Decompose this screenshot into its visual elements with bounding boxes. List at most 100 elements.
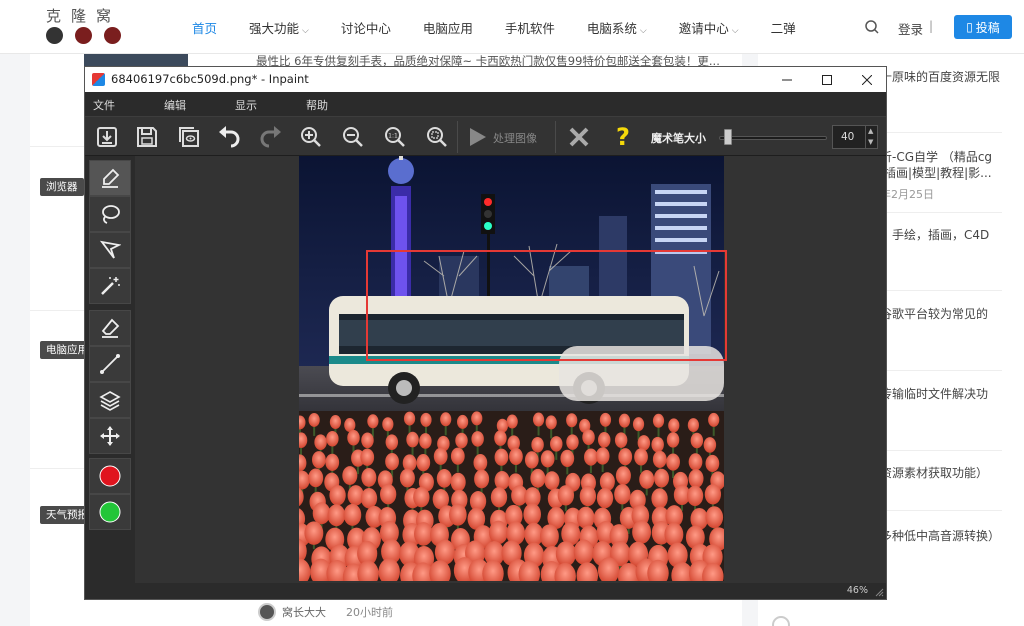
color-swatch-icon (99, 501, 121, 523)
zoom-in-icon (301, 127, 321, 147)
save-button[interactable] (131, 121, 163, 153)
erase-selection-button[interactable] (563, 121, 595, 153)
inpaint-window: 68406197c6bc509d.png* - Inpaint 文件 编辑 显示… (84, 66, 887, 600)
author-name[interactable]: 窝长大大 (282, 604, 326, 620)
site-logo[interactable]: 克隆窝 (42, 5, 122, 49)
open-button[interactable] (91, 121, 123, 153)
nav-mobile-apps[interactable]: 手机软件 (505, 18, 555, 37)
undo-button[interactable] (213, 121, 245, 153)
search-icon[interactable] (864, 19, 880, 35)
actual-size-icon: 1:1 (385, 127, 405, 147)
mascot-icon (104, 27, 121, 44)
process-label[interactable]: 处理图像 (493, 130, 537, 146)
brush-size-slider-handle[interactable] (723, 129, 732, 145)
primary-color-swatch[interactable] (89, 458, 131, 494)
zoom-level: 46% (846, 585, 868, 596)
divider (30, 468, 90, 469)
close-icon (862, 74, 872, 85)
canvas-image[interactable] (299, 156, 724, 581)
lasso-tool[interactable] (89, 196, 131, 232)
close-button[interactable] (847, 67, 887, 92)
polygon-lasso-icon (99, 240, 121, 259)
minimize-button[interactable] (767, 67, 807, 92)
magic-wand-icon (101, 277, 120, 295)
divider: | (929, 19, 934, 33)
help-icon: ? (616, 123, 630, 151)
eraser-icon (101, 318, 120, 338)
eraser-tool[interactable] (89, 310, 131, 346)
brush-size-label: 魔术笔大小 (651, 132, 706, 145)
window-title: 68406197c6bc509d.png* - Inpaint (111, 72, 309, 86)
sidebar-post-title[interactable]: ，手绘，插画，C4D (880, 226, 989, 243)
lasso-icon (102, 205, 120, 224)
svg-text:1:1: 1:1 (388, 133, 398, 140)
sidebar-post-title[interactable]: |插画|模型|教程|影... (880, 164, 992, 181)
mascot-icon (75, 27, 92, 44)
close-x-icon (569, 127, 589, 147)
app-icon (92, 73, 105, 86)
main-nav: 首页 强大功能 ⌵ 讨论中心 电脑应用 手机软件 电脑系统 ⌵ 邀请中心 ⌵ 二弹 (192, 0, 828, 54)
sidebar-post-title[interactable]: 多种低中高音源转换） (880, 527, 1000, 544)
save-icon (137, 127, 157, 147)
actual-size-button[interactable]: 1:1 (379, 121, 411, 153)
title-bar[interactable]: 68406197c6bc509d.png* - Inpaint (85, 67, 886, 92)
sidebar-post-title[interactable]: 传输临时文件解决功 (880, 385, 988, 402)
nav-home[interactable]: 首页 (192, 18, 217, 37)
help-button[interactable]: ? (607, 121, 639, 153)
brush-size-spinner[interactable]: 40 ▲ ▼ (832, 125, 878, 149)
toolbar: 1:1 处理图像 ? 魔术笔大小 40 ▲ ▼ (85, 116, 886, 156)
zoom-out-icon (343, 127, 363, 147)
menu-view[interactable]: 显示 (235, 97, 257, 113)
polygon-lasso-tool[interactable] (89, 232, 131, 268)
redo-button[interactable] (255, 121, 287, 153)
sidebar-post-title[interactable]: 十原味的百度资源无限 (880, 68, 1000, 85)
divider (30, 310, 90, 311)
article-thumbnail[interactable] (84, 54, 188, 66)
avatar[interactable] (258, 603, 276, 621)
layers-tool[interactable] (89, 382, 131, 418)
nav-discussion[interactable]: 讨论中心 (341, 18, 391, 37)
magic-wand-tool[interactable] (89, 268, 131, 304)
login-link[interactable]: 登录 (898, 19, 923, 38)
menu-bar: 文件 编辑 显示 帮助 (85, 92, 886, 116)
zoom-in-button[interactable] (295, 121, 327, 153)
marker-tool[interactable] (89, 160, 131, 196)
nav-pc-systems[interactable]: 电脑系统 ⌵ (587, 18, 647, 37)
post-time: 20小时前 (346, 606, 393, 619)
brush-size-value[interactable]: 40 (841, 131, 854, 143)
logo-text: 克隆窝 (46, 7, 122, 25)
chevron-down-icon[interactable]: ▼ (868, 138, 873, 146)
selection-rectangle[interactable] (366, 250, 727, 361)
process-button[interactable] (461, 121, 493, 153)
chevron-up-icon[interactable]: ▲ (868, 127, 873, 135)
resize-grip-icon[interactable] (874, 587, 884, 597)
secondary-color-swatch[interactable] (89, 494, 131, 530)
nav-invite[interactable]: 邀请中心 ⌵ (679, 18, 739, 37)
spinner-arrows[interactable]: ▲ ▼ (865, 126, 877, 148)
save-as-icon (179, 127, 199, 147)
line-tool[interactable] (89, 346, 131, 382)
marker-icon (102, 168, 120, 188)
menu-help[interactable]: 帮助 (306, 97, 328, 113)
divider (555, 121, 556, 153)
sidebar-post-title[interactable]: 析-CG自学 （精品cg (880, 148, 992, 165)
nav-pc-apps[interactable]: 电脑应用 (423, 18, 473, 37)
maximize-button[interactable] (807, 67, 847, 92)
menu-edit[interactable]: 编辑 (164, 97, 186, 113)
fit-button[interactable] (421, 121, 453, 153)
nav-features[interactable]: 强大功能 ⌵ (249, 18, 309, 37)
sidebar-post-title[interactable]: 谷歌平台较为常见的 (880, 305, 988, 322)
menu-file[interactable]: 文件 (93, 97, 115, 113)
maximize-icon (822, 74, 832, 85)
sidebar-post-title[interactable]: 资源素材获取功能） (880, 464, 988, 481)
save-as-button[interactable] (173, 121, 205, 153)
brush-size-slider[interactable] (719, 136, 827, 140)
category-tag[interactable]: 浏览器 (40, 178, 84, 196)
tool-palette (85, 156, 135, 583)
move-tool[interactable] (89, 418, 131, 454)
nav-second[interactable]: 二弹 (771, 18, 796, 37)
post-icon: ▯ (966, 20, 973, 34)
divider (457, 121, 458, 153)
zoom-out-button[interactable] (337, 121, 369, 153)
post-button[interactable]: ▯ 投稿 (954, 15, 1012, 39)
